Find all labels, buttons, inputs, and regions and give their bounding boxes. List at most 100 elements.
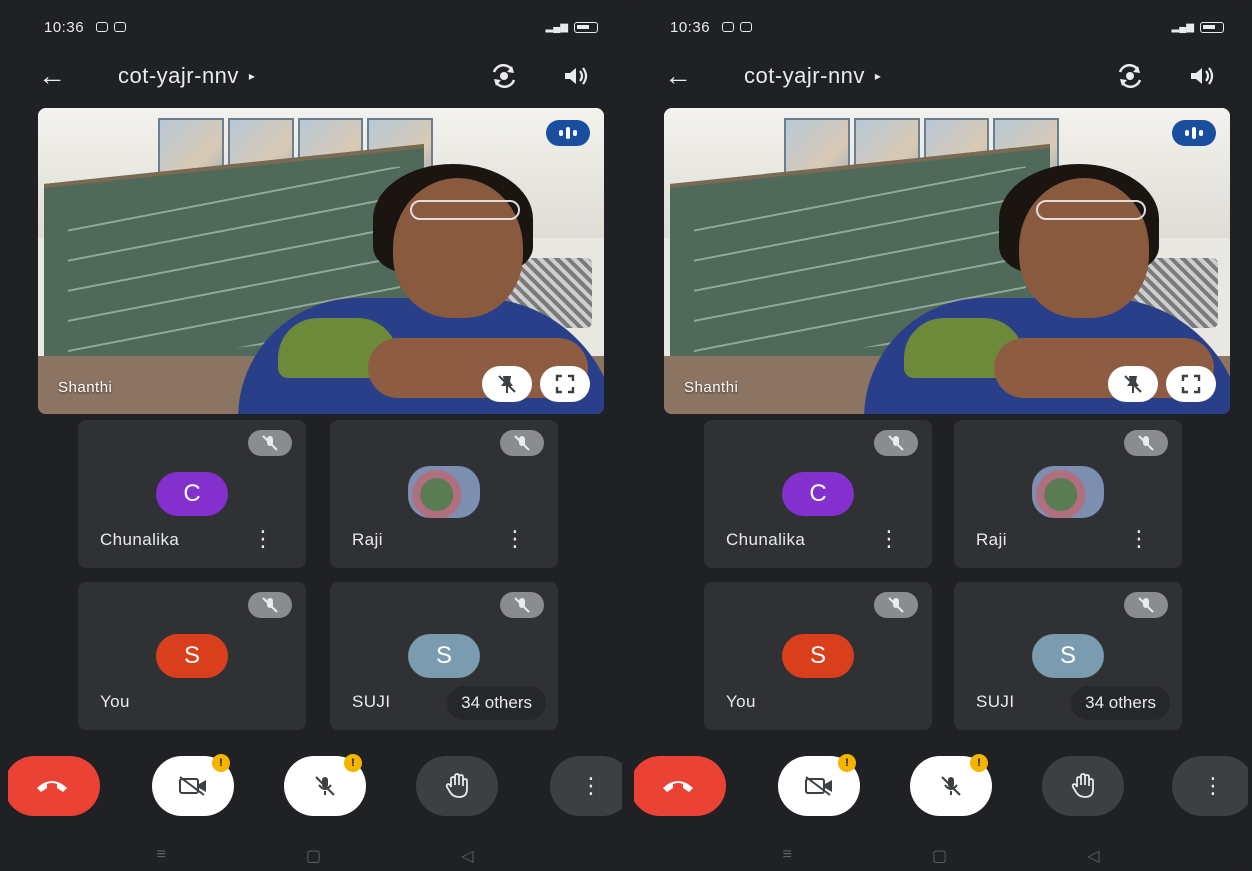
meeting-details-caret-icon[interactable]: ▸	[875, 69, 881, 83]
status-bar: 10:36 ▂▄▆	[670, 16, 1224, 38]
warning-badge: !	[344, 754, 362, 772]
avatar: S	[156, 634, 228, 678]
warning-badge: !	[212, 754, 230, 772]
signal-icon: ▂▄▆	[545, 21, 568, 33]
participant-tile-suji[interactable]: S SUJI 34 others	[330, 582, 558, 730]
pin-icon[interactable]	[482, 366, 532, 402]
speaking-indicator-icon	[546, 120, 590, 146]
raise-hand-button[interactable]	[1042, 756, 1124, 816]
mic-muted-icon	[874, 592, 918, 618]
signal-icon: ▂▄▆	[1171, 21, 1194, 33]
mic-toggle-button[interactable]: !	[284, 754, 366, 816]
participant-tile-suji[interactable]: S SUJI 34 others	[954, 582, 1182, 730]
more-options-icon[interactable]: ⋮	[1128, 526, 1150, 552]
meeting-details-caret-icon[interactable]: ▸	[249, 69, 255, 83]
notification-icons	[96, 22, 127, 32]
end-call-button[interactable]	[8, 756, 100, 816]
raise-hand-button[interactable]	[416, 756, 498, 816]
status-time: 10:36	[670, 18, 711, 36]
top-bar: ← cot-yajr-nnv ▸	[38, 56, 592, 96]
recents-icon[interactable]: ≡	[157, 846, 166, 865]
participant-name: SUJI	[352, 692, 391, 711]
speaker-face	[1019, 178, 1149, 318]
participant-name: Chunalika	[100, 530, 180, 549]
back-arrow-icon[interactable]: ←	[664, 60, 704, 92]
video-status-icon	[96, 22, 109, 32]
home-icon[interactable]: ▢	[932, 846, 947, 865]
switch-camera-icon[interactable]	[1114, 60, 1146, 92]
profile-photo-avatar	[1032, 466, 1104, 518]
participant-tile-you[interactable]: S You	[704, 582, 932, 730]
system-icons: ▂▄▆	[1171, 21, 1224, 33]
back-arrow-icon[interactable]: ←	[38, 60, 78, 92]
speaker-face	[393, 178, 523, 318]
speaker-icon[interactable]	[560, 60, 592, 92]
participant-name: Chunalika	[726, 530, 806, 549]
warning-badge: !	[970, 754, 988, 772]
more-vert-icon: ⋮	[580, 773, 602, 798]
mic-muted-icon	[874, 430, 918, 456]
system-icons: ▂▄▆	[545, 21, 598, 33]
pin-icon[interactable]	[1108, 366, 1158, 402]
home-icon[interactable]: ▢	[306, 846, 321, 865]
more-options-icon[interactable]: ⋮	[504, 526, 526, 552]
mic-toggle-button[interactable]: !	[910, 754, 992, 816]
end-call-button[interactable]	[634, 756, 726, 816]
avatar: C	[782, 472, 854, 516]
recents-icon[interactable]: ≡	[783, 846, 792, 865]
fullscreen-icon[interactable]	[1166, 366, 1216, 402]
participant-tile-chunalika[interactable]: C Chunalika ⋮	[704, 420, 932, 568]
back-nav-icon[interactable]: ◁	[1087, 846, 1099, 865]
participant-name: Raji	[976, 530, 1007, 549]
more-vert-icon: ⋮	[1202, 773, 1224, 798]
video-status-icon	[722, 22, 735, 32]
profile-photo-avatar	[408, 466, 480, 518]
switch-camera-icon[interactable]	[488, 60, 520, 92]
call-controls: ! ! ⋮	[634, 754, 1248, 816]
battery-icon	[1200, 21, 1224, 33]
mic-muted-icon	[1124, 592, 1168, 618]
android-nav-bar: ≡ ▢ ◁	[634, 846, 1248, 865]
fullscreen-icon[interactable]	[540, 366, 590, 402]
mic-muted-icon	[248, 592, 292, 618]
participant-name: SUJI	[976, 692, 1015, 711]
main-video-tile[interactable]: Shanthi	[664, 108, 1230, 414]
participant-tile-chunalika[interactable]: C Chunalika ⋮	[78, 420, 306, 568]
mic-muted-icon	[248, 430, 292, 456]
avatar: C	[156, 472, 228, 516]
others-count-pill[interactable]: 34 others	[447, 686, 546, 720]
status-time: 10:36	[44, 18, 85, 36]
more-options-icon[interactable]: ⋮	[252, 526, 274, 552]
mic-muted-icon	[500, 430, 544, 456]
participant-tile-you[interactable]: S You	[78, 582, 306, 730]
others-count-pill[interactable]: 34 others	[1071, 686, 1170, 720]
mic-muted-icon	[1124, 430, 1168, 456]
warning-badge: !	[838, 754, 856, 772]
more-options-button[interactable]: ⋮	[1172, 756, 1248, 816]
avatar: S	[1032, 634, 1104, 678]
more-options-icon[interactable]: ⋮	[878, 526, 900, 552]
android-nav-bar: ≡ ▢ ◁	[8, 846, 622, 865]
top-bar: ← cot-yajr-nnv ▸	[664, 56, 1218, 96]
speaker-icon[interactable]	[1186, 60, 1218, 92]
camera-toggle-button[interactable]: !	[778, 754, 860, 816]
camera-toggle-button[interactable]: !	[152, 754, 234, 816]
participant-name: Raji	[352, 530, 383, 549]
phone-screen-left: 10:36 ▂▄▆ ← cot-yajr-nnv ▸ Shanthi C Chu…	[0, 0, 626, 871]
participant-tile-raji[interactable]: Raji ⋮	[954, 420, 1182, 568]
mic-muted-icon	[500, 592, 544, 618]
more-options-button[interactable]: ⋮	[550, 756, 622, 816]
participant-name: You	[100, 692, 130, 711]
speaking-indicator-icon	[1172, 120, 1216, 146]
meeting-code[interactable]: cot-yajr-nnv	[118, 63, 239, 89]
notification-icons	[722, 22, 753, 32]
meeting-code[interactable]: cot-yajr-nnv	[744, 63, 865, 89]
whatsapp-status-icon	[114, 22, 127, 32]
main-video-tile[interactable]: Shanthi	[38, 108, 604, 414]
participant-tile-raji[interactable]: Raji ⋮	[330, 420, 558, 568]
call-controls: ! ! ⋮	[8, 754, 622, 816]
meet-call-screen: 10:36 ▂▄▆ ← cot-yajr-nnv ▸ Shanthi C Chu…	[634, 6, 1248, 865]
main-participant-name: Shanthi	[684, 379, 739, 396]
back-nav-icon[interactable]: ◁	[461, 846, 473, 865]
avatar: S	[408, 634, 480, 678]
